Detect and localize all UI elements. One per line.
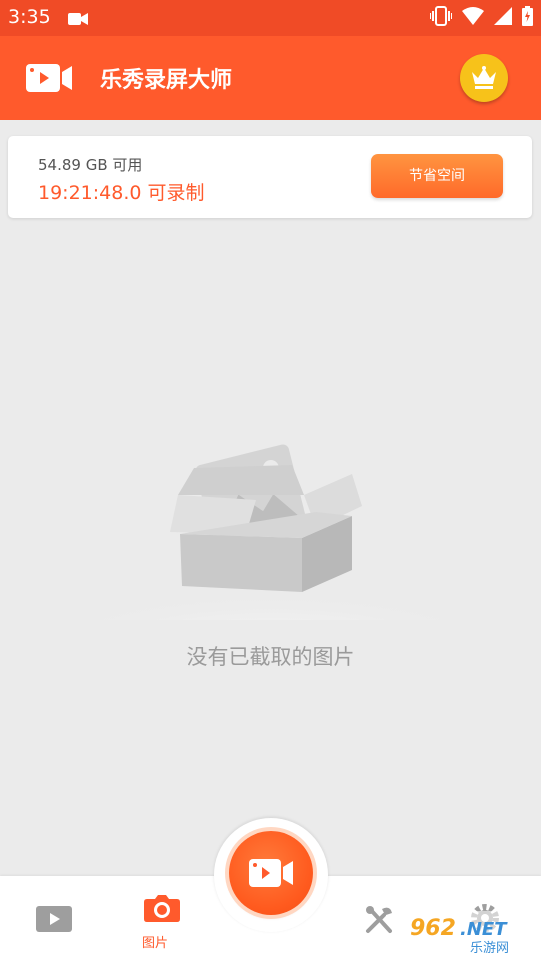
- signal-icon: [494, 7, 512, 29]
- svg-text:962: 962: [410, 916, 456, 941]
- battery-icon: [522, 6, 533, 30]
- app-logo-icon: [26, 63, 74, 97]
- free-space-text: 54.89 GB 可用: [38, 156, 143, 174]
- record-camera-icon: [249, 859, 293, 887]
- tools-icon: [366, 906, 392, 933]
- nav-item-photos[interactable]: [144, 894, 180, 926]
- screen-record-status-icon: [68, 11, 88, 30]
- vip-button[interactable]: [460, 54, 508, 102]
- app-bar: 乐秀录屏大师: [0, 36, 541, 120]
- svg-text:.NET: .NET: [460, 919, 508, 940]
- available-record-time: 19:21:48.0 可录制: [38, 182, 205, 204]
- nav-label-photos: 图片: [142, 936, 169, 951]
- record-button[interactable]: [229, 831, 313, 915]
- empty-box-illustration: [66, 420, 476, 652]
- empty-state-message: 没有已截取的图片: [186, 645, 355, 669]
- crown-icon: [472, 66, 496, 89]
- status-bar: 3:35: [0, 0, 541, 36]
- site-watermark: 962 .NET 乐游网: [404, 909, 532, 956]
- app-title: 乐秀录屏大师: [100, 68, 233, 93]
- storage-card: 54.89 GB 可用 19:21:48.0 可录制 节省空间: [8, 136, 532, 218]
- nav-item-videos[interactable]: [36, 906, 72, 936]
- video-list-icon: [36, 906, 72, 932]
- camera-icon: [144, 895, 180, 922]
- wifi-icon: [462, 7, 484, 29]
- status-time: 3:35: [8, 6, 51, 28]
- vibrate-icon: [429, 6, 453, 30]
- nav-item-tools[interactable]: [364, 905, 394, 939]
- svg-text:乐游网: 乐游网: [470, 941, 509, 955]
- save-space-button[interactable]: 节省空间: [371, 154, 503, 198]
